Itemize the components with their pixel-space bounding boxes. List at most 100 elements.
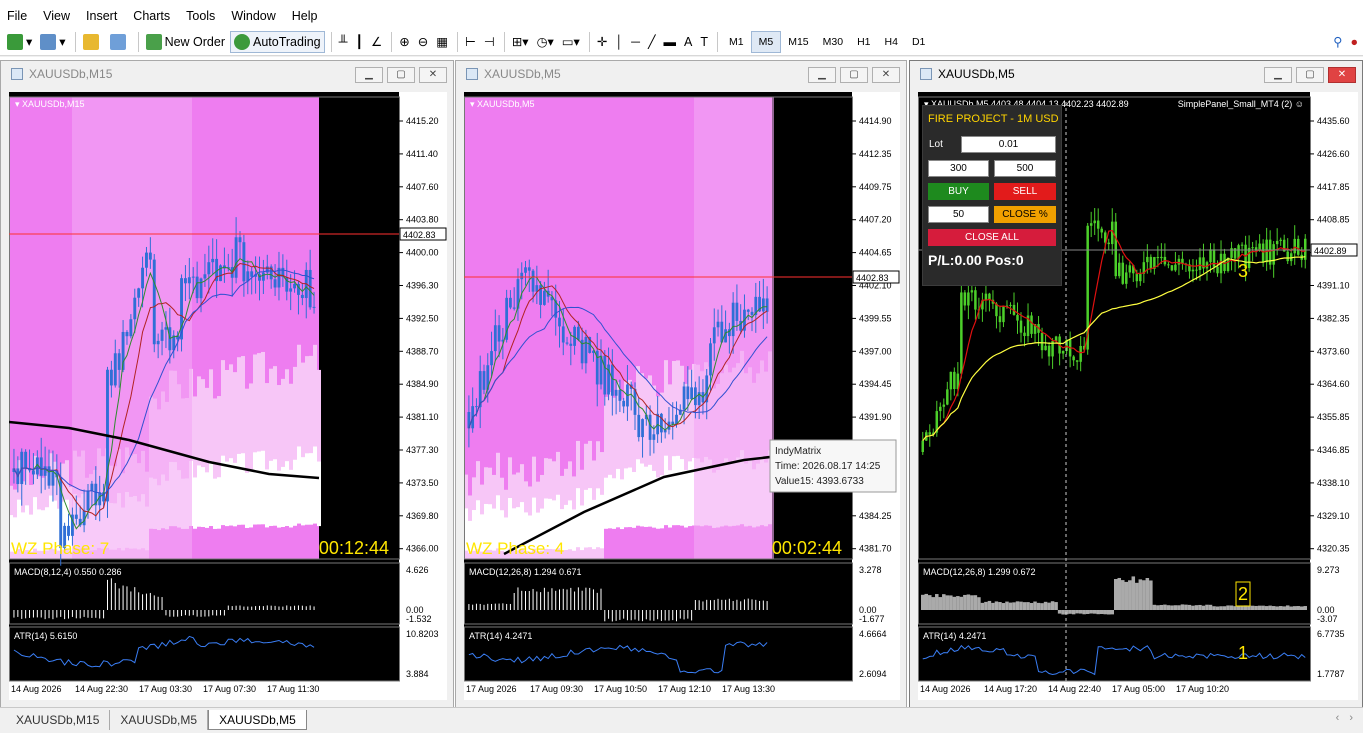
vertical-line-icon[interactable]: │: [612, 31, 626, 53]
autotrading-button[interactable]: AutoTrading: [230, 30, 325, 53]
chart-tab[interactable]: XAUUSDb,M5: [110, 710, 209, 730]
window-title-bar[interactable]: XAUUSDb,M15 ▁ ▢ ✕: [1, 61, 453, 87]
profiles-icon[interactable]: ▾: [37, 31, 68, 53]
candle-body: [137, 288, 141, 298]
trendline-icon[interactable]: ╱: [645, 31, 659, 53]
chart-canvas[interactable]: 4414.90 4412.35 4409.75 4407.20 4404.65 4402.…: [464, 92, 900, 700]
notifications-icon[interactable]: ●: [1347, 31, 1361, 53]
market-watch-icon[interactable]: [80, 31, 105, 53]
indicators-icon[interactable]: ⊞▾: [509, 31, 532, 53]
window-title-bar[interactable]: XAUUSDb,M5 ▁ ▢ ✕: [910, 61, 1362, 87]
new-order-button[interactable]: New Order: [143, 31, 228, 53]
minimize-button[interactable]: ▁: [808, 67, 836, 83]
chart-tab-active[interactable]: XAUUSDb,M5: [208, 710, 307, 730]
search-icon[interactable]: ⚲: [1330, 31, 1345, 53]
chart-area[interactable]: 4414.90 4412.35 4409.75 4407.20 4404.65 4402.…: [464, 92, 900, 700]
menu-file[interactable]: File: [0, 0, 36, 28]
candle-body: [86, 490, 90, 511]
tf-h1[interactable]: H1: [850, 31, 877, 53]
phase-label: WZ Phase: 4: [466, 539, 564, 558]
close-percent-input[interactable]: 50: [928, 206, 989, 223]
close-all-button[interactable]: CLOSE ALL: [928, 229, 1056, 246]
scroll-right-icon[interactable]: ›: [1349, 712, 1353, 724]
trade-panel: FIRE PROJECT - 1M USD Lot 0.01 300 500 B…: [922, 105, 1062, 286]
chart-area[interactable]: 4415.20 4411.40 4407.60 4403.80 4400.00 4396.…: [8, 92, 447, 700]
tp-input[interactable]: 500: [994, 160, 1056, 177]
bar-chart-icon[interactable]: ╨: [336, 31, 351, 53]
chart-tab-bar: XAUUSDb,M15 XAUUSDb,M5 XAUUSDb,M5 ‹ ›: [0, 707, 1363, 733]
scroll-left-icon[interactable]: ‹: [1336, 712, 1340, 724]
autoscroll-icon[interactable]: ⊣: [481, 31, 498, 53]
shapes-icon[interactable]: ▬: [661, 31, 680, 53]
macd-scale-label: -3.07: [1317, 614, 1338, 624]
chart-canvas[interactable]: 4415.20 4411.40 4407.60 4403.80 4400.00 4396.…: [8, 92, 447, 700]
chart-window-1[interactable]: XAUUSDb,M15 ▁ ▢ ✕ 4415.20 4411.40 4407.60 4…: [0, 60, 454, 708]
matrix-band: [257, 451, 261, 525]
navigator-icon[interactable]: [107, 31, 132, 53]
price-tick-label: 4412.35: [859, 149, 892, 159]
tf-d1[interactable]: D1: [905, 31, 932, 53]
tf-m1[interactable]: M1: [722, 31, 751, 53]
tf-m15[interactable]: M15: [781, 31, 815, 53]
minimize-button[interactable]: ▁: [355, 67, 383, 83]
time-axis-label: 14 Aug 22:30: [75, 684, 128, 694]
horizontal-line-icon[interactable]: ─: [628, 31, 643, 53]
sell-button[interactable]: SELL: [994, 183, 1056, 200]
menu-insert[interactable]: Insert: [79, 0, 126, 28]
price-tick-label: 4373.60: [1317, 346, 1350, 356]
close-button[interactable]: ✕: [1328, 67, 1356, 83]
tf-h4[interactable]: H4: [878, 31, 905, 53]
menu-charts[interactable]: Charts: [126, 0, 179, 28]
autotrading-icon: [234, 33, 250, 50]
menu-tools[interactable]: Tools: [179, 0, 224, 28]
close-button[interactable]: ✕: [872, 67, 900, 83]
candle-body: [308, 269, 312, 308]
price-tick-label: 4329.10: [1317, 511, 1350, 521]
matrix-band: [584, 489, 588, 548]
minimize-button[interactable]: ▁: [1264, 67, 1292, 83]
candle-body: [712, 327, 716, 344]
candle-body: [300, 294, 304, 299]
lot-input[interactable]: 0.01: [961, 136, 1056, 153]
chart-shift-icon[interactable]: ⊢: [462, 31, 479, 53]
sl-input[interactable]: 300: [928, 160, 989, 177]
periods-icon[interactable]: ◷▾: [534, 31, 557, 53]
tile-windows-icon[interactable]: ▦: [433, 31, 451, 53]
close-percent-button[interactable]: CLOSE %: [994, 206, 1056, 223]
matrix-band: [225, 461, 229, 527]
matrix-band: [628, 467, 632, 528]
tf-m30[interactable]: M30: [816, 31, 850, 53]
crosshair-icon[interactable]: ✛: [594, 31, 610, 53]
close-button[interactable]: ✕: [419, 67, 447, 83]
timer-label: 00:12:44: [319, 538, 389, 558]
price-tick-label: 4377.30: [406, 445, 439, 455]
price-tick-label: 4384.25: [859, 511, 892, 521]
tf-m5[interactable]: M5: [750, 30, 782, 53]
menu-help[interactable]: Help: [285, 0, 327, 28]
candlestick-icon[interactable]: ┃: [353, 31, 367, 53]
matrix-band: [676, 455, 680, 526]
lot-label: Lot: [929, 139, 943, 150]
templates-icon[interactable]: ▭▾: [559, 31, 583, 53]
atr-label: ATR(14) 4.2471: [469, 631, 532, 641]
text-icon[interactable]: A: [681, 31, 695, 53]
price-tick-label: 4391.10: [1317, 281, 1350, 291]
candle-body: [1195, 269, 1198, 271]
menu-window[interactable]: Window: [224, 0, 284, 28]
maximize-button[interactable]: ▢: [1296, 67, 1324, 83]
window-title-bar[interactable]: XAUUSDb,M5 ▁ ▢ ✕: [456, 61, 906, 87]
candle-body: [160, 329, 164, 341]
menu-view[interactable]: View: [36, 0, 79, 28]
candle-body: [203, 274, 207, 279]
chart-window-2[interactable]: XAUUSDb,M5 ▁ ▢ ✕ 4414.90 4412.35 4409.75 44…: [455, 60, 907, 708]
buy-button[interactable]: BUY: [928, 183, 989, 200]
new-chart-icon[interactable]: ▾: [4, 31, 35, 53]
maximize-button[interactable]: ▢: [387, 67, 415, 83]
chart-tab[interactable]: XAUUSDb,M15: [6, 710, 111, 730]
zoom-in-icon[interactable]: ⊕: [396, 31, 412, 53]
zoom-out-icon[interactable]: ⊖: [415, 31, 431, 53]
label-icon[interactable]: T: [697, 31, 711, 53]
price-tick-label: 4394.45: [859, 379, 892, 389]
line-chart-icon[interactable]: ∠: [368, 31, 385, 53]
maximize-button[interactable]: ▢: [840, 67, 868, 83]
